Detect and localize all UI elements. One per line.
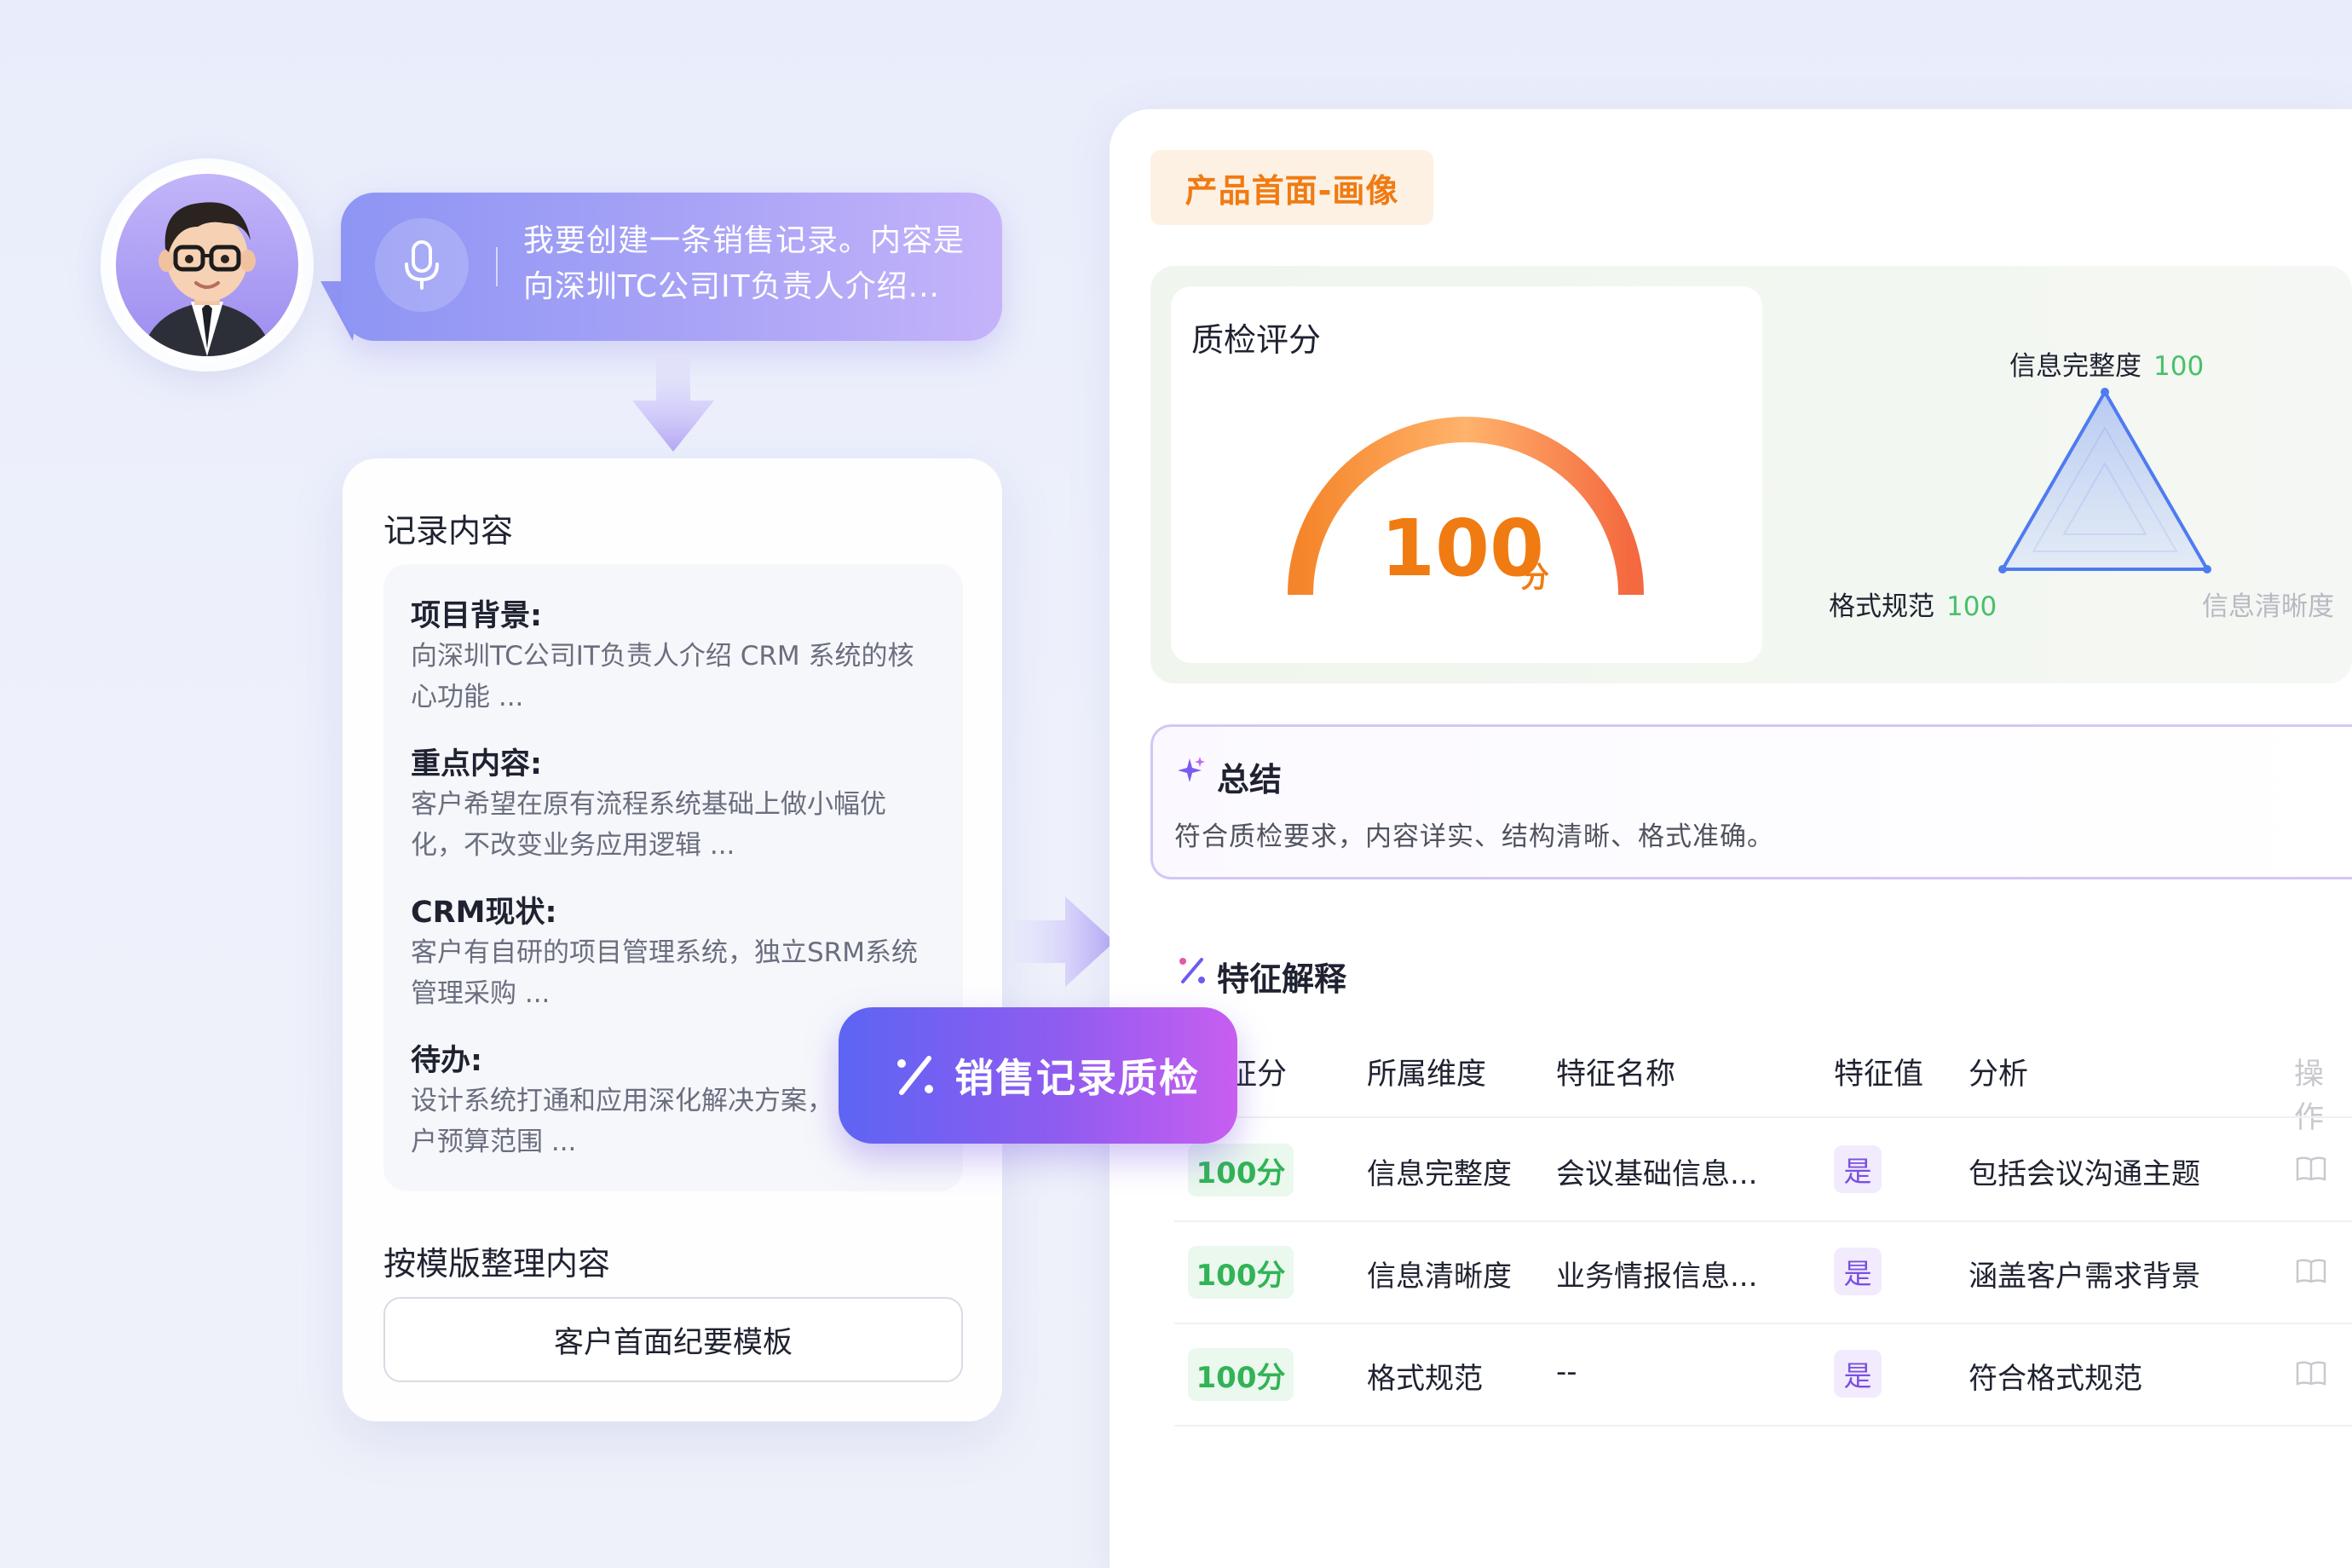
view-detail-icon[interactable]	[2296, 1156, 2326, 1181]
record-title: 记录内容	[383, 512, 514, 550]
sales-record-qc-button[interactable]: 销售记录质检	[839, 1007, 1237, 1144]
record-type-tag: 产品首面-画像	[1150, 150, 1433, 225]
avatar[interactable]	[111, 169, 303, 361]
row-feature-value: 是	[1834, 1248, 1882, 1295]
summary-box	[1150, 724, 2352, 879]
column-header-dimension: 所属维度	[1367, 1058, 1487, 1092]
radar-label-completeness: 信息完整度 100	[2009, 344, 2204, 383]
template-select-button[interactable]: 客户首面纪要模板	[383, 1297, 963, 1382]
magic-wand-icon	[897, 1056, 933, 1095]
row-analysis: 包括会议沟通主题	[1969, 1157, 2200, 1191]
record-item-line: 化，不改变业务应用逻辑 ...	[411, 830, 735, 861]
record-item-line: 向深圳TC公司IT负责人介绍 CRM 系统的核	[411, 641, 914, 672]
radar-point	[2203, 565, 2211, 574]
row-score-chip: 100分	[1188, 1246, 1294, 1299]
record-item-title: 待办:	[411, 1044, 482, 1078]
radar-axis-name: 格式规范	[1829, 591, 1934, 622]
column-header-feature-value: 特征值	[1834, 1058, 1924, 1092]
template-section-title: 按模版整理内容	[383, 1245, 611, 1283]
row-score-chip: 100分	[1188, 1144, 1294, 1196]
row-analysis: 涵盖客户需求背景	[1969, 1260, 2200, 1294]
row-score-chip: 100分	[1188, 1348, 1294, 1401]
record-item-title: CRM现状:	[411, 896, 557, 930]
row-divider	[1174, 1323, 2352, 1324]
row-dimension: 信息完整度	[1367, 1157, 1512, 1191]
summary-text: 符合质检要求，内容详实、结构清晰、格式准确。	[1174, 821, 1774, 852]
record-item-text: 向深圳TC公司IT负责人介绍 CRM 系统的核 心功能 ...	[411, 636, 948, 718]
view-detail-icon[interactable]	[2296, 1360, 2326, 1386]
record-item-line: 客户有自研的项目管理系统，独立SRM系统	[411, 937, 918, 968]
record-item-title: 重点内容:	[411, 747, 542, 781]
sales-record-qc-label: 销售记录质检	[954, 1055, 1200, 1101]
flow-down-arrow-icon	[632, 358, 714, 452]
row-feature-name[interactable]: 会议基础信息...	[1556, 1150, 1757, 1192]
radar-area	[1999, 388, 2211, 571]
radar-axis-name: 信息清晰度	[2202, 591, 2334, 622]
row-feature-name[interactable]: 业务情报信息...	[1556, 1253, 1757, 1294]
view-detail-icon[interactable]	[2296, 1258, 2326, 1283]
row-feature-value: 是	[1834, 1145, 1882, 1193]
voice-message-text: 我要创建一条销售记录。内容是 向深圳TC公司IT负责人介绍...	[523, 218, 983, 310]
row-feature-value: 是	[1834, 1350, 1882, 1398]
column-header-analysis: 分析	[1969, 1058, 2029, 1092]
avatar-illustration	[141, 202, 273, 356]
radar-point	[1998, 565, 2007, 574]
summary-title: 总结	[1217, 761, 1283, 798]
row-dimension: 格式规范	[1367, 1362, 1483, 1396]
microphone-button[interactable]	[375, 218, 469, 312]
score-unit: 分	[1520, 561, 1549, 595]
feature-section-title: 特征解释	[1217, 960, 1347, 998]
radar-chart	[1998, 388, 2211, 574]
radar-label-format: 格式规范 100	[1829, 585, 1997, 623]
bubble-divider	[496, 247, 498, 286]
row-divider	[1174, 1116, 2352, 1118]
radar-axis-value: 100	[1946, 591, 1997, 622]
voice-message-line: 我要创建一条销售记录。内容是	[523, 223, 966, 258]
record-item-text: 客户有自研的项目管理系统，独立SRM系统 管理采购 ...	[411, 932, 948, 1014]
record-item-title: 项目背景:	[411, 599, 542, 633]
column-header-operation: 操作	[2294, 1058, 2325, 1135]
row-analysis: 符合格式规范	[1969, 1362, 2142, 1396]
row-divider	[1174, 1220, 2352, 1222]
flow-right-arrow-icon	[1014, 896, 1115, 987]
row-dimension: 信息清晰度	[1367, 1260, 1512, 1294]
score-title: 质检评分	[1191, 321, 1322, 359]
column-header-feature-name: 特征名称	[1556, 1058, 1676, 1092]
record-item-line: 客户希望在原有流程系统基础上做小幅优	[411, 789, 886, 820]
record-item-line: 心功能 ...	[411, 682, 524, 712]
radar-axis-name: 信息完整度	[2009, 351, 2142, 382]
record-item-text: 客户希望在原有流程系统基础上做小幅优 化，不改变业务应用逻辑 ...	[411, 784, 948, 866]
sparkle-icon	[1178, 757, 1205, 782]
radar-point	[2101, 388, 2109, 396]
microphone-icon	[405, 240, 439, 290]
row-feature-name: --	[1556, 1355, 1577, 1389]
radar-label-clarity: 信息清晰度	[2202, 585, 2334, 623]
row-divider	[1174, 1425, 2352, 1427]
radar-axis-value: 100	[2153, 351, 2205, 382]
voice-message-line: 向深圳TC公司IT负责人介绍...	[523, 269, 940, 304]
magic-wand-icon	[1179, 958, 1205, 983]
